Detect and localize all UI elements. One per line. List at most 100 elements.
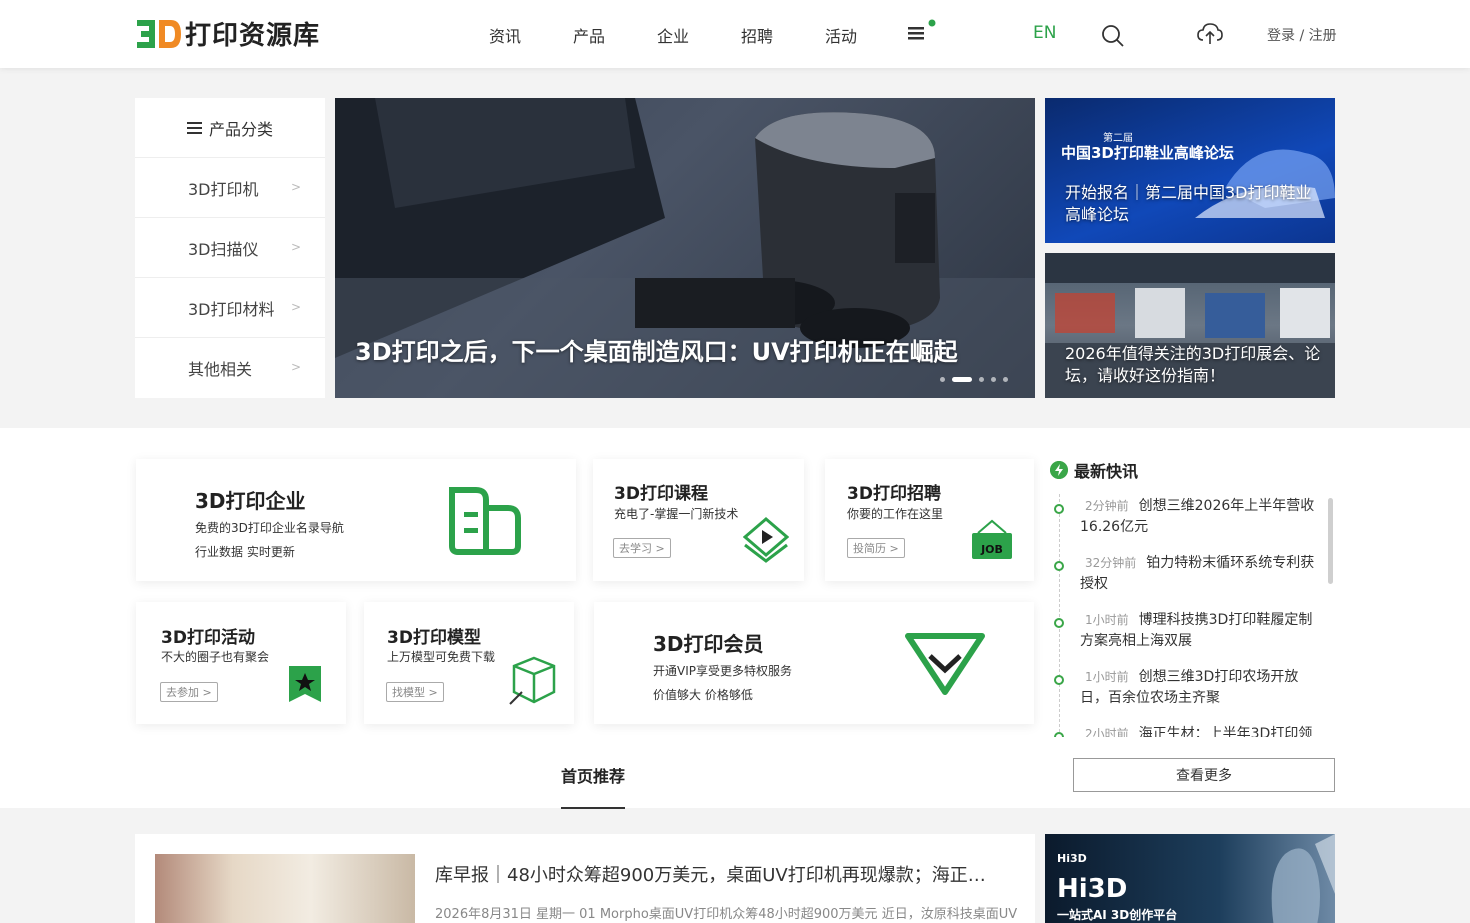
- card-jobs[interactable]: 3D打印招聘 你要的工作在这里 投简历 > JOB: [825, 459, 1034, 581]
- lightning-icon: [1050, 461, 1068, 479]
- site-logo[interactable]: 打印资源库: [135, 15, 320, 52]
- card-models[interactable]: 3D打印模型 上万模型可免费下载 找模型 >: [364, 602, 574, 724]
- carousel-dot[interactable]: [991, 377, 996, 382]
- bookmark-star-icon: [289, 666, 321, 702]
- logo-text: 打印资源库: [185, 21, 321, 51]
- card-subtitle: 充电了-掌握一门新技术: [614, 507, 739, 521]
- article-title[interactable]: 库早报｜48小时众筹超900万美元，桌面UV打印机再现爆款；海正…: [435, 861, 986, 887]
- side-banner-expo[interactable]: 2026年值得关注的3D打印展会、论坛，请收好这份指南！: [1045, 253, 1335, 398]
- carousel-dot[interactable]: [1003, 377, 1008, 382]
- article-thumbnail[interactable]: [155, 854, 415, 923]
- category-menu: 产品分类 3D打印机 > 3D扫描仪 > 3D打印材料 > 其他相关 >: [135, 98, 325, 398]
- card-companies[interactable]: 3D打印企业 免费的3D打印企业名录导航 行业数据 实时更新: [136, 459, 576, 581]
- timeline-dot: [1054, 618, 1064, 628]
- card-subtitle: 你要的工作在这里: [847, 507, 944, 521]
- card-title: 3D打印模型: [387, 628, 481, 648]
- news-time: 2小时前: [1085, 727, 1129, 737]
- side-caption-expo: 2026年值得关注的3D打印展会、论坛，请收好这份指南！: [1065, 344, 1321, 385]
- card-title: 3D打印会员: [653, 632, 764, 656]
- logo-3d-icon: [137, 19, 181, 48]
- nav-jobs[interactable]: 招聘: [741, 23, 773, 47]
- card-title: 3D打印活动: [161, 628, 255, 648]
- nav-events[interactable]: 活动: [825, 23, 857, 47]
- ad-title: Hi3D: [1057, 874, 1128, 904]
- nav-products[interactable]: 产品: [573, 23, 605, 47]
- category-header: 产品分类: [135, 98, 325, 158]
- login-register-link[interactable]: 登录 / 注册: [1267, 25, 1337, 45]
- chevron-right-icon: >: [290, 240, 301, 254]
- ad-character-image: [1271, 834, 1335, 923]
- banner-title: 3D打印之后，下一个桌面制造风口：UV打印机正在崛起: [355, 338, 958, 366]
- join-event-button[interactable]: 去参加 >: [160, 682, 218, 702]
- card-subtitle: 不大的圈子也有聚会: [161, 650, 270, 664]
- nav-companies[interactable]: 企业: [657, 23, 689, 47]
- carousel-dot[interactable]: [940, 377, 945, 382]
- upload-cloud-icon[interactable]: [1196, 22, 1224, 46]
- vip-diamond-icon: [905, 633, 985, 695]
- category-label: 其他相关: [188, 360, 253, 379]
- card-events[interactable]: 3D打印活动 不大的圈子也有聚会 去参加 >: [136, 602, 346, 724]
- submit-resume-button[interactable]: 投简历 >: [847, 538, 905, 558]
- category-item-other[interactable]: 其他相关 >: [135, 338, 325, 398]
- news-time: 1小时前: [1085, 670, 1129, 684]
- menu-icon[interactable]: [906, 18, 938, 44]
- timeline-dot: [1054, 675, 1064, 685]
- news-scrollbar[interactable]: [1328, 498, 1333, 584]
- carousel-dot-active[interactable]: [952, 377, 972, 382]
- job-sign-icon: JOB: [972, 519, 1012, 559]
- card-title: 3D打印课程: [614, 484, 708, 504]
- ad-hi3d[interactable]: Hi3D Hi3D 一站式AI 3D创作平台: [1045, 834, 1335, 923]
- building-icon: [449, 487, 521, 555]
- news-title: 最新快讯: [1074, 462, 1139, 481]
- carousel-dot[interactable]: [979, 377, 984, 382]
- svg-text:JOB: JOB: [980, 543, 1003, 556]
- side-banner-forum[interactable]: 第二届 中国3D打印鞋业高峰论坛 开始报名｜第二届中国3D打印鞋业高峰论坛: [1045, 98, 1335, 243]
- view-more-button[interactable]: 查看更多: [1073, 758, 1335, 792]
- search-icon[interactable]: [1101, 24, 1125, 48]
- tab-home-recommend[interactable]: 首页推荐: [561, 763, 625, 787]
- card-title: 3D打印招聘: [847, 484, 941, 504]
- category-label: 3D打印材料: [188, 299, 275, 319]
- chevron-right-icon: >: [290, 360, 301, 374]
- category-item-scanner[interactable]: 3D扫描仪 >: [135, 218, 325, 278]
- ad-subtitle: 一站式AI 3D创作平台: [1057, 908, 1178, 922]
- main-banner-slide[interactable]: 3D打印之后，下一个桌面制造风口：UV打印机正在崛起: [335, 98, 1035, 398]
- category-title: 产品分类: [208, 119, 273, 139]
- active-tab-underline: [561, 807, 625, 809]
- article-summary: 2026年8月31日 星期一 01 Morpho桌面UV打印机众筹48小时超90…: [435, 907, 1018, 922]
- news-header: 最新快讯: [1050, 458, 1138, 482]
- news-list: 2分钟前 创想三维2026年上半年营收16.26亿元 32分钟前 铂力特粉末循环系统…: [1050, 494, 1334, 737]
- category-item-material[interactable]: 3D打印材料 >: [135, 278, 325, 338]
- card-vip[interactable]: 3D打印会员 开通VIP享受更多特权服务 价值够大 价格够低: [594, 602, 1034, 724]
- side-caption-forum: 开始报名｜第二届中国3D打印鞋业高峰论坛: [1065, 183, 1312, 224]
- nav-news[interactable]: 资讯: [489, 23, 521, 47]
- timeline-dot: [1054, 561, 1064, 571]
- feed-article[interactable]: 库早报｜48小时众筹超900万美元，桌面UV打印机再现爆款；海正… 2026年8…: [135, 834, 1035, 923]
- news-time: 1小时前: [1085, 613, 1129, 627]
- card-subtitle: 开通VIP享受更多特权服务: [653, 664, 792, 678]
- category-item-printer[interactable]: 3D打印机 >: [135, 158, 325, 218]
- card-subtitle: 行业数据 实时更新: [195, 545, 295, 559]
- news-time: 2分钟前: [1085, 499, 1129, 513]
- list-icon: [186, 121, 202, 134]
- ad-brand: Hi3D: [1057, 852, 1087, 865]
- play-course-icon: [743, 517, 789, 563]
- card-subtitle: 上万模型可免费下载: [387, 650, 496, 664]
- carousel-dots: [940, 377, 1008, 382]
- category-label: 3D打印机: [188, 179, 259, 199]
- card-courses[interactable]: 3D打印课程 充电了-掌握一门新技术 去学习 >: [593, 459, 804, 581]
- forum-overlay-title: 中国3D打印鞋业高峰论坛: [1061, 144, 1234, 162]
- card-title: 3D打印企业: [195, 489, 306, 513]
- news-time: 32分钟前: [1085, 556, 1137, 570]
- learn-button[interactable]: 去学习 >: [613, 538, 671, 558]
- chevron-right-icon: >: [290, 300, 301, 314]
- language-switch[interactable]: EN: [1033, 23, 1056, 43]
- category-label: 3D扫描仪: [188, 239, 259, 259]
- timeline-dot: [1054, 504, 1064, 514]
- news-text: 海正生材：上半年3D打印领: [1138, 726, 1313, 737]
- timeline-dot: [1054, 732, 1064, 737]
- timeline-line: [1059, 494, 1060, 737]
- card-subtitle: 价值够大 价格够低: [653, 688, 753, 702]
- find-model-button[interactable]: 找模型 >: [386, 682, 444, 702]
- card-subtitle: 免费的3D打印企业名录导航: [195, 521, 344, 535]
